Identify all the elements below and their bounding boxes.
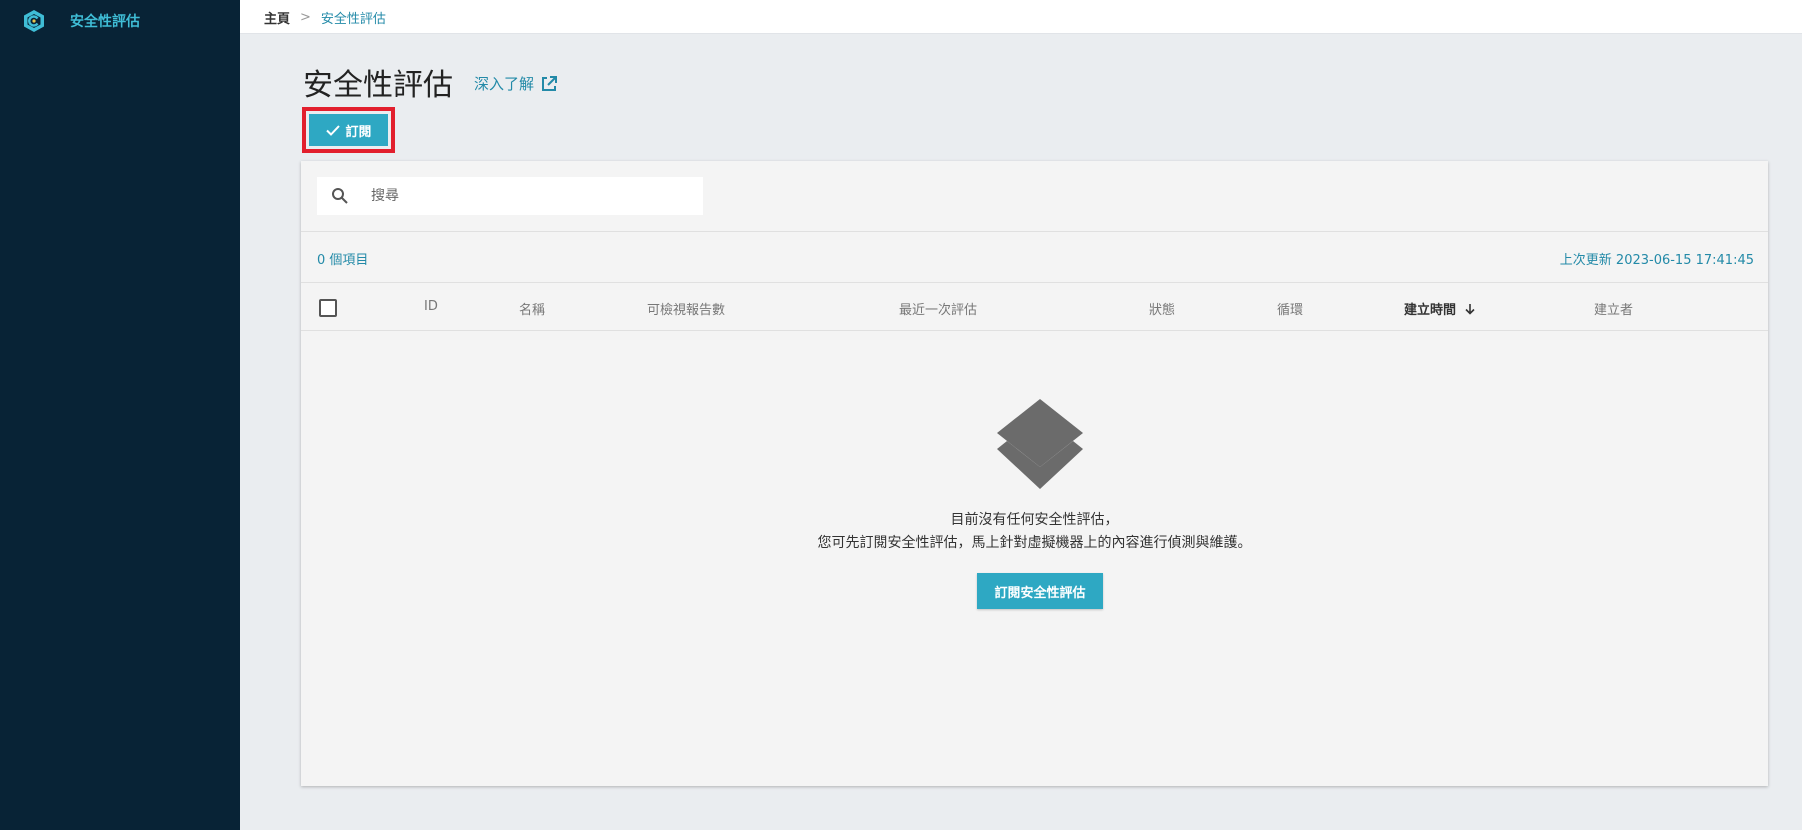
breadcrumb-separator: > <box>300 10 311 25</box>
column-header-id[interactable]: ID <box>424 299 438 314</box>
column-header-name[interactable]: 名稱 <box>519 299 545 318</box>
subscribe-button[interactable]: 訂閱 <box>309 114 388 146</box>
page-title: 安全性評估 <box>303 68 453 103</box>
topbar: 主頁 > 安全性評估 <box>240 0 1802 34</box>
table-header: ID 名稱 可檢視報告數 最近一次評估 狀態 循環 建立時間 建立者 <box>301 283 1768 331</box>
search-icon <box>332 188 348 204</box>
subscribe-assessment-button[interactable]: 訂閱安全性評估 <box>977 573 1103 609</box>
divider <box>301 330 1768 331</box>
column-header-last-assessment[interactable]: 最近一次評估 <box>899 299 977 318</box>
subscribe-button-label: 訂閱 <box>345 124 372 140</box>
item-count: 0 個項目 <box>317 253 369 268</box>
select-all-checkbox[interactable] <box>319 299 337 317</box>
column-header-created-time-label: 建立時間 <box>1404 303 1457 318</box>
breadcrumb-home[interactable]: 主頁 <box>264 8 290 27</box>
learn-more-link[interactable]: 深入了解 <box>474 73 558 94</box>
arrow-down-icon <box>1464 304 1475 315</box>
layers-icon <box>997 399 1083 489</box>
sidebar-title: 安全性評估 <box>70 14 140 30</box>
column-header-created-time[interactable]: 建立時間 <box>1404 299 1476 318</box>
column-header-cycle[interactable]: 循環 <box>1277 299 1303 318</box>
sidebar: 安全性評估 <box>0 0 240 830</box>
empty-state-message: 目前沒有任何安全性評估， <box>950 512 1119 528</box>
column-header-report-count[interactable]: 可檢視報告數 <box>647 299 725 318</box>
external-link-icon <box>542 75 558 91</box>
last-update-timestamp: 上次更新 2023-06-15 17:41:45 <box>1559 253 1754 268</box>
search-input[interactable] <box>371 188 671 204</box>
empty-state-hint: 您可先訂閱安全性評估，馬上針對虛擬機器上的內容進行偵測與維護。 <box>817 535 1252 551</box>
assessment-list-panel: 0 個項目 上次更新 2023-06-15 17:41:45 ID 名稱 可檢視… <box>301 161 1768 786</box>
column-header-status[interactable]: 狀態 <box>1149 299 1175 318</box>
divider <box>301 231 1768 232</box>
breadcrumb-current[interactable]: 安全性評估 <box>321 8 386 27</box>
hexagon-logo-icon <box>24 10 44 32</box>
subscribe-button-highlight: 訂閱 <box>302 107 395 153</box>
search-box[interactable] <box>317 177 703 215</box>
check-icon <box>326 125 341 136</box>
column-header-creator[interactable]: 建立者 <box>1594 299 1633 318</box>
learn-more-label: 深入了解 <box>474 75 535 93</box>
sidebar-header[interactable]: 安全性評估 <box>22 9 140 33</box>
breadcrumb: 主頁 > 安全性評估 <box>264 8 386 27</box>
